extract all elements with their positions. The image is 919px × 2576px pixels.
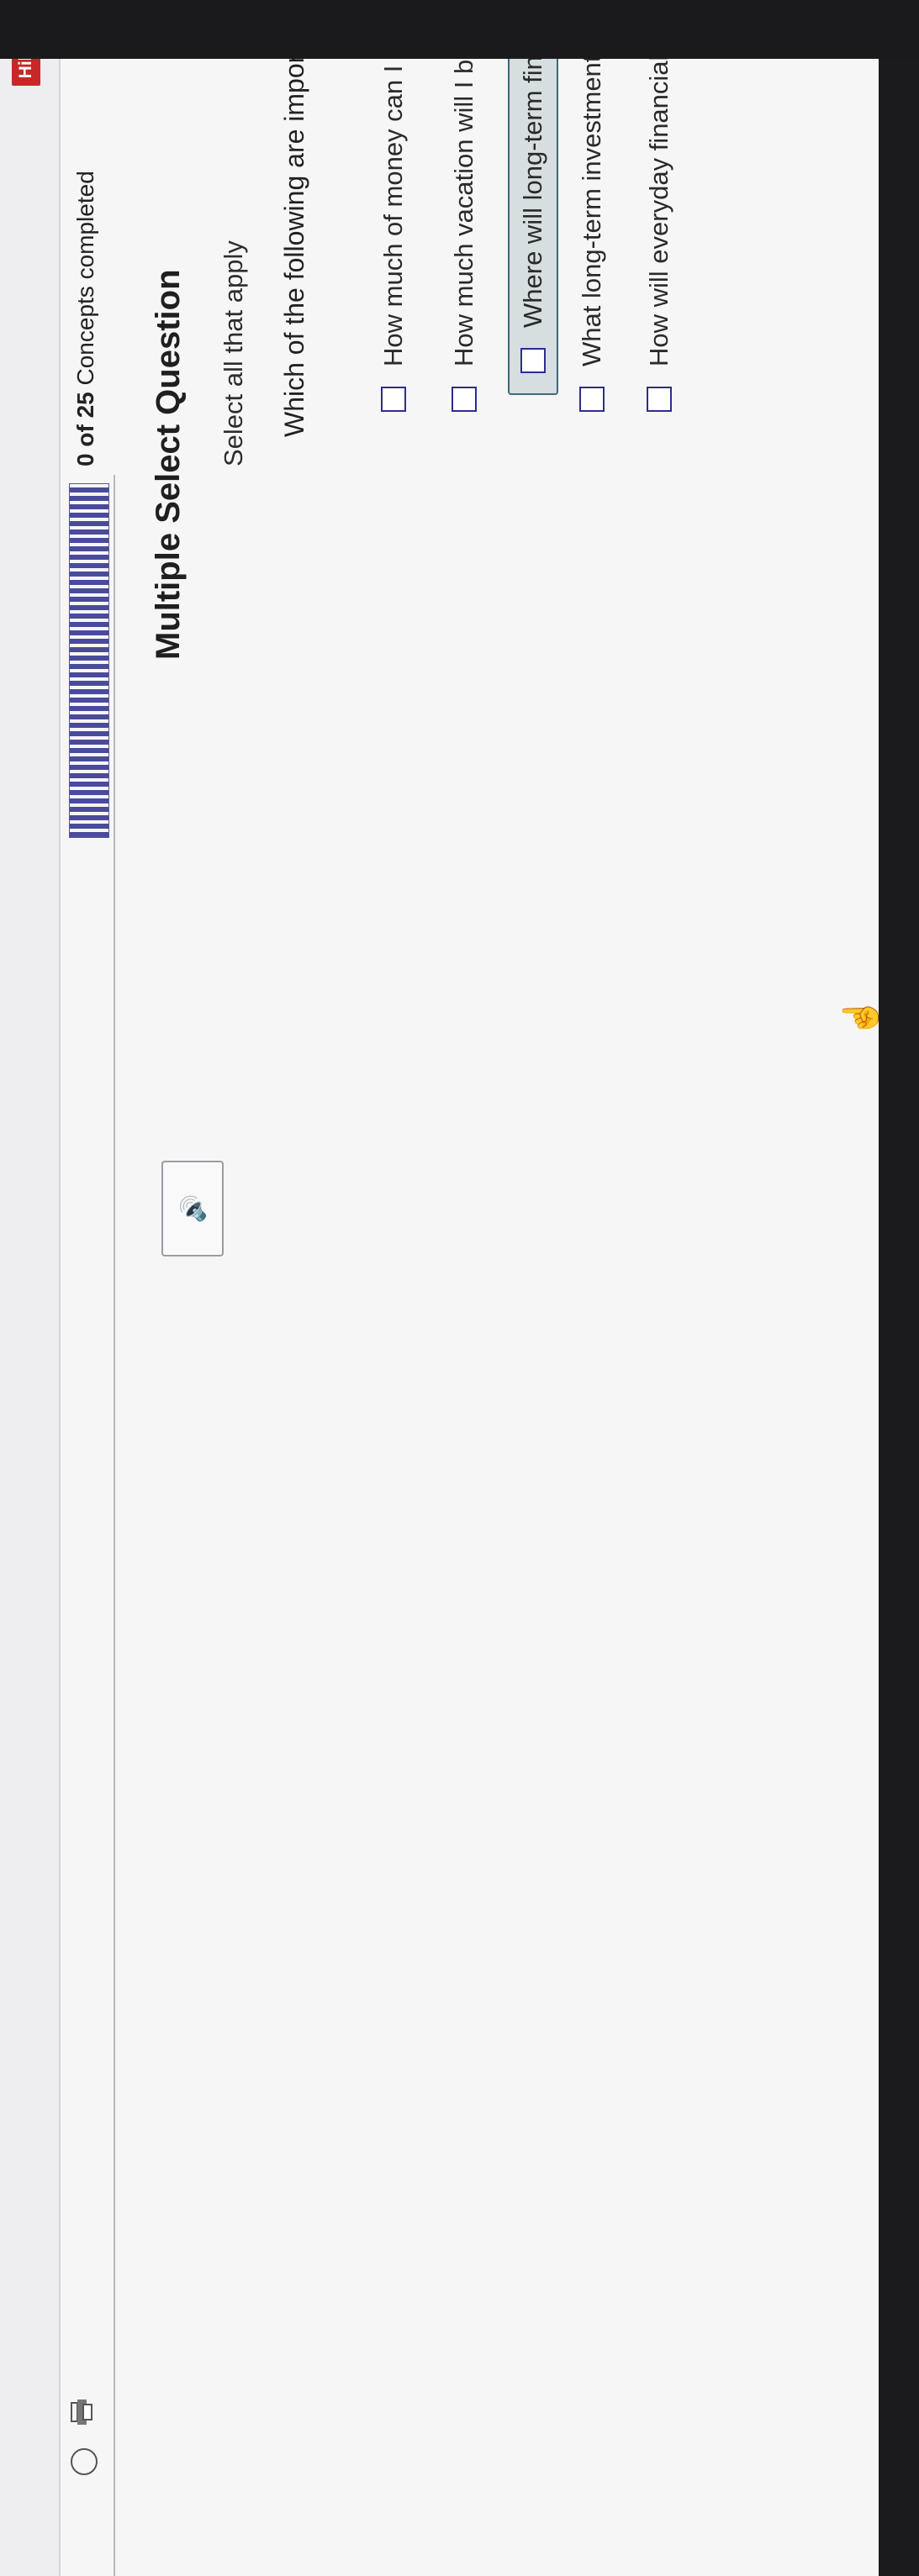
option-checkbox[interactable]: [520, 348, 546, 373]
app-stage: Hill 0 of 25 Concepts completed i: [0, 0, 919, 2576]
option-2[interactable]: How much vacation will I be able to take…: [441, 0, 488, 412]
option-5[interactable]: How will everyday financial activities b…: [636, 0, 683, 412]
option-4[interactable]: What long-term investments should be mad…: [568, 0, 615, 412]
option-checkbox[interactable]: [381, 387, 406, 412]
question-instruction: Select all that apply: [219, 240, 248, 466]
question-text: Which of the following are important fin…: [277, 0, 313, 437]
option-checkbox[interactable]: [579, 387, 605, 412]
question-panel: Multiple Select Question 🔊 Select all th…: [0, 0, 879, 2576]
question-type: Multiple Select Question: [150, 269, 187, 660]
speaker-icon: 🔊: [179, 1193, 206, 1224]
hand-cursor-icon: ☝: [842, 996, 879, 1038]
option-checkbox[interactable]: [452, 387, 477, 412]
option-3[interactable]: Where will long-term financing be obtain…: [508, 0, 558, 395]
page: Hill 0 of 25 Concepts completed i: [0, 0, 879, 2576]
option-checkbox[interactable]: [647, 387, 672, 412]
screen-bezel-right: [0, 0, 919, 59]
audio-button[interactable]: 🔊: [161, 1161, 224, 1256]
screen-bezel-bottom: [879, 59, 919, 2576]
option-1[interactable]: How much of money can I draw from the bu…: [370, 0, 417, 412]
